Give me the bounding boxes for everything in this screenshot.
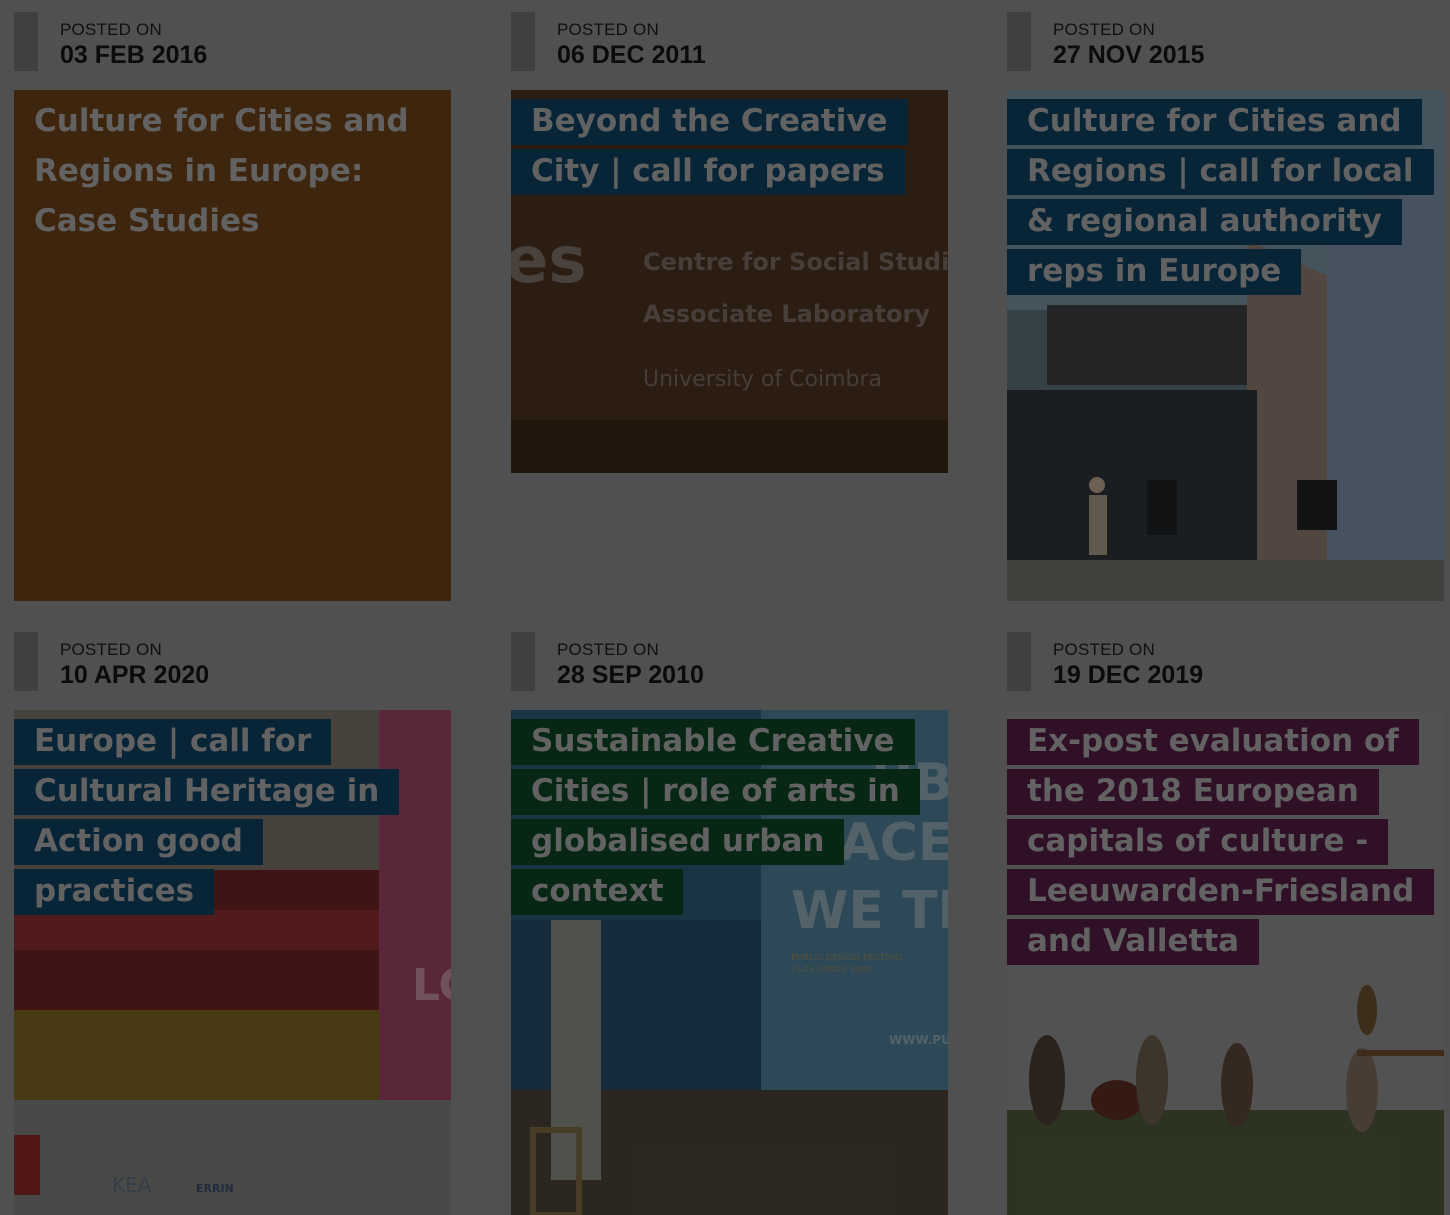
post-thumbnail[interactable]: Culture for Cities and Regions in Europe… (14, 90, 451, 601)
svg-text:ERRIN: ERRIN (196, 1182, 234, 1195)
posted-on-label: POSTED ON (557, 640, 659, 659)
date-marker (14, 632, 38, 691)
post-card[interactable]: POSTED ON 06 DEC 2011 es Centre for Soci… (511, 12, 948, 473)
post-meta: POSTED ON 28 SEP 2010 (511, 632, 948, 691)
post-date: 19 DEC 2019 (1053, 661, 1204, 689)
post-title: Ex-post evaluation of the 2018 European … (1007, 719, 1435, 965)
svg-text:Centre for Social Studies: Centre for Social Studies (643, 248, 948, 276)
posted-on-label: POSTED ON (60, 20, 162, 39)
post-thumbnail[interactable]: es Centre for Social Studies Associate L… (511, 90, 948, 473)
post-thumbnail[interactable]: Culture for Cities and Regions | call fo… (1007, 90, 1444, 601)
post-title-link[interactable]: Europe | call for Cultural Heritage in A… (14, 716, 451, 916)
post-title-link[interactable]: Beyond the Creative City | call for pape… (511, 96, 948, 196)
post-card[interactable]: POSTED ON 19 DEC 2019 Ex-post evaluation… (1007, 632, 1444, 1215)
svg-text:15-26 APRILE 2009: 15-26 APRILE 2009 (791, 965, 871, 974)
post-title: Culture for Cities and Regions in Europe… (34, 103, 409, 239)
post-thumbnail[interactable]: Ex-post evaluation of the 2018 European … (1007, 710, 1444, 1215)
posted-on-label: POSTED ON (1053, 640, 1155, 659)
post-date: 03 FEB 2016 (60, 41, 208, 69)
post-meta: POSTED ON 06 DEC 2011 (511, 12, 948, 71)
svg-text:PUBLIC DESIGN FESTIVAL: PUBLIC DESIGN FESTIVAL (791, 953, 905, 962)
post-title: Culture for Cities and Regions | call fo… (1007, 99, 1434, 295)
svg-text:WWW.PUB: WWW.PUB (889, 1033, 948, 1047)
post-title-link[interactable]: Sustainable Creative Cities | role of ar… (511, 716, 948, 916)
post-meta: POSTED ON 03 FEB 2016 (14, 12, 451, 71)
post-title: Europe | call for Cultural Heritage in A… (14, 719, 400, 915)
svg-text:Associate Laboratory: Associate Laboratory (643, 300, 930, 328)
posted-on-label: POSTED ON (60, 640, 162, 659)
post-date: 06 DEC 2011 (557, 41, 706, 69)
post-meta: POSTED ON 19 DEC 2019 (1007, 632, 1444, 691)
post-title: Sustainable Creative Cities | role of ar… (511, 719, 920, 915)
date-marker (511, 12, 535, 71)
post-title-link[interactable]: Culture for Cities and Regions in Europe… (14, 96, 451, 246)
post-card[interactable]: POSTED ON 28 SEP 2010 UBL PACE WE TRU PU… (511, 632, 948, 1215)
post-thumbnail[interactable]: LO KEA ERRIN Europe | call for Cultural … (14, 710, 451, 1215)
post-date: 28 SEP 2010 (557, 661, 704, 689)
post-meta: POSTED ON 10 APR 2020 (14, 632, 451, 691)
date-marker (1007, 632, 1031, 691)
post-title-link[interactable]: Ex-post evaluation of the 2018 European … (1007, 716, 1444, 966)
post-thumbnail[interactable]: UBL PACE WE TRU PUBLIC DESIGN FESTIVAL 1… (511, 710, 948, 1215)
svg-text:LO: LO (412, 960, 451, 1011)
post-title: Beyond the Creative City | call for pape… (511, 99, 908, 195)
post-card[interactable]: POSTED ON 10 APR 2020 LO KEA ERRIN Europ… (14, 632, 451, 1215)
svg-text:University of Coimbra: University of Coimbra (643, 367, 882, 392)
date-marker (14, 12, 38, 71)
post-card[interactable]: POSTED ON 03 FEB 2016 Culture for Cities… (14, 12, 451, 601)
posted-on-label: POSTED ON (1053, 20, 1155, 39)
svg-text:es: es (511, 224, 587, 298)
date-marker (511, 632, 535, 691)
post-date: 27 NOV 2015 (1053, 41, 1205, 69)
posted-on-label: POSTED ON (557, 20, 659, 39)
posts-grid: POSTED ON 03 FEB 2016 Culture for Cities… (0, 0, 1450, 1215)
post-meta: POSTED ON 27 NOV 2015 (1007, 12, 1444, 71)
post-title-link[interactable]: Culture for Cities and Regions | call fo… (1007, 96, 1444, 296)
date-marker (1007, 12, 1031, 71)
svg-text:KEA: KEA (112, 1173, 152, 1197)
post-date: 10 APR 2020 (60, 661, 210, 689)
post-card[interactable]: POSTED ON 27 NOV 2015 Culture for Cities… (1007, 12, 1444, 601)
